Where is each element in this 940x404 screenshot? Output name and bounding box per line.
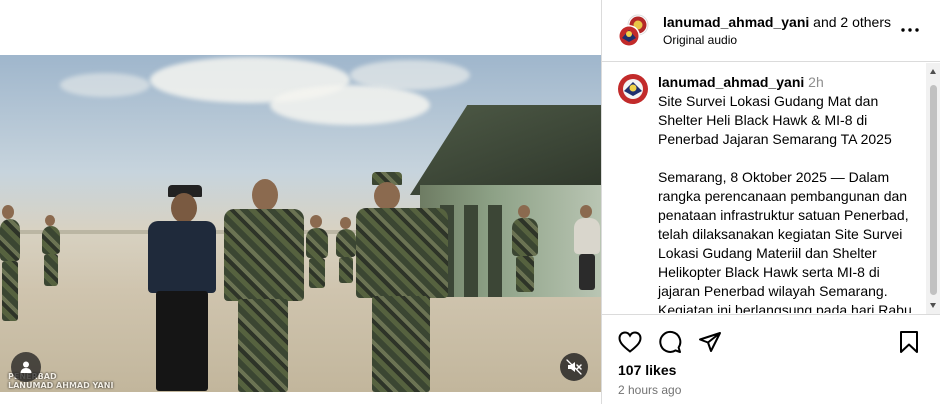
cloud	[60, 73, 150, 97]
post-authors: lanumad_ahmad_yani and 2 others	[663, 14, 891, 31]
post-time[interactable]: 2 hours ago	[618, 383, 681, 397]
more-horizontal-icon	[901, 28, 919, 32]
more-options-button[interactable]	[898, 20, 922, 40]
post-side-panel: lanumad_ahmad_yani and 2 others Original…	[601, 0, 940, 404]
scroll-up-arrow[interactable]	[930, 69, 936, 74]
comment-icon	[659, 330, 682, 353]
share-button[interactable]	[697, 329, 723, 355]
audio-link[interactable]: Original audio	[663, 33, 737, 47]
caption-timestamp: 2h	[808, 74, 824, 90]
author-username[interactable]: lanumad_ahmad_yani	[663, 14, 809, 30]
bookmark-icon	[900, 331, 918, 353]
volume-muted-icon	[566, 359, 582, 375]
coauthors-link[interactable]: and 2 others	[809, 14, 891, 30]
caption-body: Site Survei Lokasi Gudang Mat dan Shelte…	[658, 93, 916, 313]
watermark-line: LANUMAD AHMAD YANI	[8, 381, 114, 390]
avatar	[618, 14, 649, 47]
caption-username[interactable]: lanumad_ahmad_yani	[658, 74, 804, 90]
cloud	[350, 60, 470, 90]
mute-button[interactable]	[560, 353, 588, 381]
post-header: lanumad_ahmad_yani and 2 others Original…	[602, 0, 940, 62]
caption-area: lanumad_ahmad_yani 2h Site Survei Lokasi…	[602, 63, 940, 313]
post-video[interactable]	[0, 55, 601, 392]
post-actions: 107 likes 2 hours ago	[602, 314, 940, 404]
media-panel: PENERBAD LANUMAD AHMAD YANI	[0, 0, 601, 404]
caption-scrollbar[interactable]	[926, 63, 940, 314]
avatar[interactable]	[617, 73, 649, 105]
like-button[interactable]	[617, 329, 643, 355]
likes-count[interactable]: 107 likes	[618, 362, 676, 379]
save-button[interactable]	[896, 329, 922, 355]
user-icon	[20, 361, 32, 373]
collab-avatars[interactable]	[617, 14, 651, 48]
scroll-thumb[interactable]	[930, 85, 937, 295]
heart-icon	[618, 331, 642, 353]
tagged-users-button[interactable]	[11, 352, 41, 382]
scroll-down-arrow[interactable]	[930, 303, 936, 308]
avatar-image	[617, 73, 649, 105]
send-icon	[699, 332, 721, 352]
comment-button[interactable]	[657, 329, 683, 355]
cloud	[270, 85, 430, 125]
caption-text: lanumad_ahmad_yani 2h Site Survei Lokasi…	[658, 73, 920, 313]
